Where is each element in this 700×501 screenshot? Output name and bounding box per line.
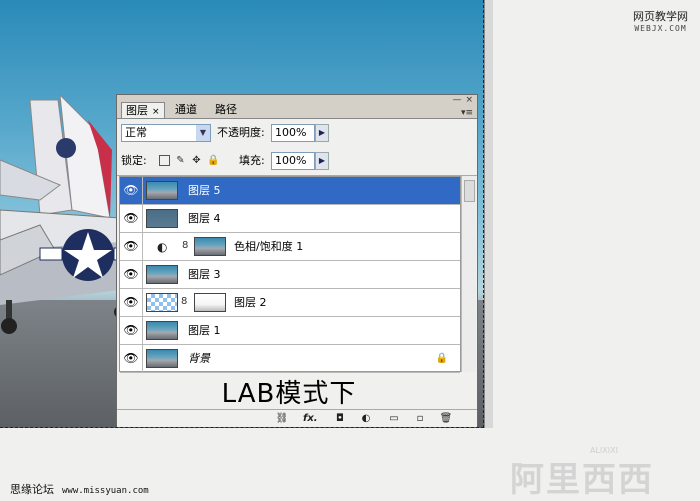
tab-channels[interactable]: 通道 — [171, 102, 201, 118]
eye-icon[interactable]: 👁 — [120, 345, 143, 372]
tab-channels-label: 通道 — [175, 103, 197, 116]
new-layer-icon[interactable]: ▫ — [413, 412, 427, 425]
watermark-bottom-right: 阿里西西 ALIXIXI — [510, 446, 654, 501]
scrollbar-thumb[interactable] — [464, 180, 475, 202]
fill-input[interactable]: 100% — [271, 152, 315, 170]
lock-move-icon[interactable]: ✥ — [191, 155, 202, 166]
blend-mode-value: 正常 — [125, 126, 147, 139]
layer-thumbnail — [146, 293, 178, 312]
chevron-down-icon[interactable]: ▼ — [196, 125, 210, 141]
link-layers-icon[interactable]: ⛓ — [275, 412, 289, 425]
watermark-top: 网页教学网 WEBJX.COM — [633, 8, 688, 33]
lock-transparent-icon[interactable] — [159, 155, 170, 166]
layer-mask-thumbnail — [194, 237, 226, 256]
chain-link-icon[interactable]: 8 — [182, 240, 188, 251]
eye-icon[interactable]: 👁 — [120, 261, 143, 288]
canvas-scroll-edge — [484, 0, 493, 428]
fx-icon[interactable]: fx. — [303, 412, 318, 425]
panel-footer-toolbar: ⛓ fx. ◘ ◐ ▭ ▫ 🗑 — [117, 409, 477, 428]
layer-mask-thumbnail — [194, 293, 226, 312]
chain-link-icon[interactable]: 8 — [181, 296, 187, 307]
layer-name: 图层 2 — [234, 296, 267, 309]
tab-paths-label: 路径 — [215, 103, 237, 116]
eye-icon[interactable]: 👁 — [120, 177, 143, 204]
lock-all-icon[interactable]: 🔒 — [207, 155, 219, 166]
adjustment-layer-button-icon[interactable]: ◐ — [359, 412, 373, 425]
roundel-bar-left — [39, 247, 63, 261]
watermark-bottom-left: 思缘论坛 www.missyuan.com — [10, 481, 149, 497]
close-panel-icon[interactable]: × — [465, 95, 473, 105]
watermark-alixixi-small: ALIXIXI — [590, 446, 618, 455]
layers-list: 👁 图层 5 👁 图层 4 👁 ◐ 8 色相/饱和度 1 👁 图层 3 👁 8 … — [119, 176, 461, 373]
lock-brush-icon[interactable]: ✎ — [175, 155, 186, 166]
adjustment-layer-icon: ◐ — [157, 240, 168, 254]
lock-label: 锁定: — [121, 154, 147, 167]
fill-label: 填充: — [239, 154, 265, 167]
opacity-input[interactable]: 100% — [271, 124, 315, 142]
trash-icon[interactable]: 🗑 — [439, 412, 453, 425]
fill-spin-icon[interactable]: ▶ — [315, 152, 329, 170]
watermark-top-url: WEBJX.COM — [634, 24, 687, 33]
lock-fill-row: 锁定: ✎ ✥ 🔒 填充: 100% ▶ — [121, 152, 471, 170]
layer-row-3[interactable]: 👁 图层 3 — [120, 261, 460, 289]
layer-thumbnail — [146, 181, 178, 200]
panel-body: 正常 ▼ 不透明度: 100% ▶ 锁定: ✎ ✥ 🔒 填充: 100% ▶ 👁… — [117, 118, 477, 427]
layer-name: 图层 1 — [188, 324, 221, 337]
wheel — [1, 318, 17, 334]
tab-close-icon[interactable]: × — [152, 107, 160, 117]
watermark-forum-name: 思缘论坛 — [10, 483, 54, 496]
blend-mode-select[interactable]: 正常 ▼ — [121, 124, 211, 142]
layer-thumbnail — [146, 265, 178, 284]
eye-icon[interactable]: 👁 — [120, 289, 143, 316]
eye-icon[interactable]: 👁 — [120, 317, 143, 344]
tab-layers[interactable]: 图层 × — [121, 102, 165, 119]
layer-row-5[interactable]: 👁 图层 5 — [120, 177, 460, 205]
opacity-label: 不透明度: — [217, 126, 265, 139]
eye-icon[interactable]: 👁 — [120, 205, 143, 232]
layer-name: 图层 5 — [188, 184, 221, 197]
layers-panel: 图层 × 通道 路径 — × ▾≡ 正常 ▼ 不透明度: 100% ▶ 锁定: ✎ … — [116, 94, 478, 427]
add-mask-icon[interactable]: ◘ — [333, 412, 347, 425]
watermark-alixixi: 阿里西西 — [510, 460, 654, 500]
new-group-icon[interactable]: ▭ — [387, 412, 401, 425]
layer-name: 图层 3 — [188, 268, 221, 281]
minimize-icon[interactable]: — — [452, 95, 461, 105]
layer-row-1[interactable]: 👁 图层 1 — [120, 317, 460, 345]
layer-name: 色相/饱和度 1 — [234, 240, 304, 253]
layer-thumbnail — [146, 209, 178, 228]
layer-row-background[interactable]: 👁 背景 🔒 — [120, 345, 460, 373]
opacity-spin-icon[interactable]: ▶ — [315, 124, 329, 142]
eye-icon[interactable]: 👁 — [120, 233, 143, 260]
layer-thumbnail — [146, 349, 178, 368]
layer-row-hue-saturation[interactable]: 👁 ◐ 8 色相/饱和度 1 — [120, 233, 460, 261]
landing-gear — [6, 300, 12, 320]
tab-paths[interactable]: 路径 — [211, 102, 241, 118]
layer-row-2[interactable]: 👁 8 图层 2 — [120, 289, 460, 317]
panel-tab-bar: 图层 × 通道 路径 — × ▾≡ — [117, 95, 477, 119]
layers-scrollbar[interactable] — [461, 176, 476, 372]
blend-opacity-row: 正常 ▼ 不透明度: 100% ▶ — [121, 124, 471, 142]
layer-thumbnail — [146, 321, 178, 340]
watermark-forum-url: www.missyuan.com — [62, 486, 149, 496]
caption-text: LAB模式下 — [221, 379, 357, 409]
layer-row-4[interactable]: 👁 图层 4 — [120, 205, 460, 233]
window-controls: — × — [448, 95, 473, 105]
watermark-top-title: 网页教学网 — [633, 10, 688, 23]
tail-emblem — [56, 138, 76, 158]
layer-name: 背景 — [188, 352, 210, 365]
tab-layers-label: 图层 — [126, 104, 148, 117]
lock-icon: 🔒 — [435, 353, 448, 364]
layer-name: 图层 4 — [188, 212, 221, 225]
panel-menu-icon[interactable]: ▾≡ — [461, 108, 473, 118]
